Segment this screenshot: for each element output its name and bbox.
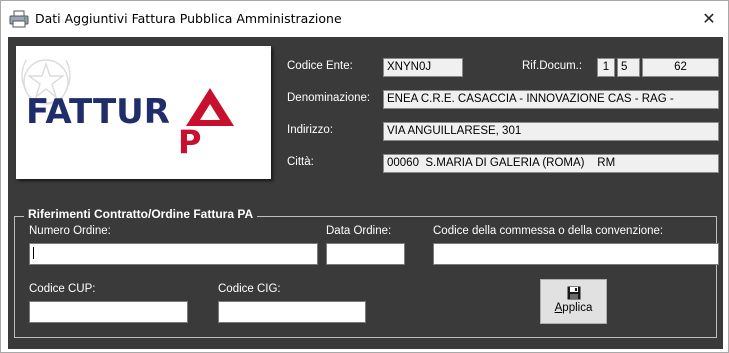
codice-ente-field: XNYN0J bbox=[383, 58, 463, 77]
applica-label: Applica bbox=[555, 302, 593, 314]
codice-cup-label: Codice CUP: bbox=[29, 283, 96, 295]
rif-docum-field-1: 1 bbox=[597, 58, 615, 77]
data-ordine-label: Data Ordine: bbox=[326, 225, 392, 237]
riferimenti-group-title: Riferimenti Contratto/Ordine Fattura PA bbox=[24, 207, 258, 221]
denominazione-label: Denominazione: bbox=[287, 92, 371, 104]
codice-ente-label: Codice Ente: bbox=[287, 60, 353, 72]
codice-cup-input[interactable] bbox=[29, 301, 188, 323]
rif-docum-label: Rif.Docum.: bbox=[522, 60, 583, 72]
denominazione-field: ENEA C.R.E. CASACCIA - INNOVAZIONE CAS -… bbox=[383, 90, 719, 109]
printer-icon bbox=[9, 10, 29, 28]
codice-cig-label: Codice CIG: bbox=[218, 283, 281, 295]
applica-button[interactable]: Applica bbox=[540, 279, 607, 324]
fattura-pa-logo: FATTUR P bbox=[16, 46, 271, 179]
numero-ordine-label: Numero Ordine: bbox=[29, 225, 111, 237]
indirizzo-label: Indirizzo: bbox=[287, 124, 334, 136]
dialog-body: FATTUR P Codice Ente: XNYN0J Rif.Docum.:… bbox=[8, 37, 723, 349]
logo-letter-p: P bbox=[178, 123, 201, 161]
floppy-disk-icon bbox=[567, 286, 580, 300]
logo-text-fattur: FATTUR bbox=[26, 92, 170, 132]
codice-commessa-input[interactable] bbox=[433, 243, 719, 265]
title-bar[interactable]: Dati Aggiuntivi Fattura Pubblica Amminis… bbox=[1, 1, 728, 37]
rif-docum-field-2: 5 bbox=[617, 58, 640, 77]
dialog-window: Dati Aggiuntivi Fattura Pubblica Amminis… bbox=[0, 0, 729, 353]
window-title: Dati Aggiuntivi Fattura Pubblica Amminis… bbox=[35, 11, 342, 26]
codice-cig-input[interactable] bbox=[218, 301, 366, 323]
citta-field: 00060 S.MARIA DI GALERIA (ROMA) RM bbox=[383, 154, 719, 173]
indirizzo-field: VIA ANGUILLARESE, 301 bbox=[383, 122, 719, 141]
logo-letter-a bbox=[186, 88, 234, 126]
close-icon[interactable]: ✕ bbox=[690, 1, 728, 37]
applica-label-rest: pplica bbox=[562, 302, 593, 314]
text-cursor bbox=[33, 247, 34, 259]
fattura-pa-logo-graphic: FATTUR P bbox=[21, 59, 234, 161]
codice-commessa-label: Codice della commessa o della convenzion… bbox=[433, 225, 664, 237]
citta-label: Città: bbox=[287, 156, 314, 168]
numero-ordine-input[interactable] bbox=[29, 243, 318, 265]
data-ordine-input[interactable] bbox=[326, 243, 405, 265]
rif-docum-field-3: 62 bbox=[642, 58, 719, 77]
